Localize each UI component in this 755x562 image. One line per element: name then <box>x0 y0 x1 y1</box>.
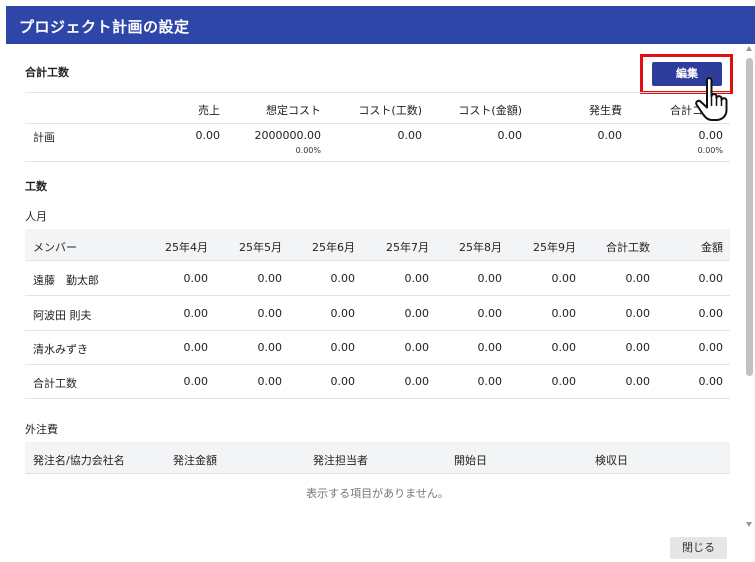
empty-message: 表示する項目がありません。 <box>306 487 449 500</box>
arrow-up-icon[interactable] <box>746 46 752 51</box>
column-header-order-person: 発注担当者 <box>313 454 368 467</box>
effort-total-value: 0.00 <box>625 307 651 320</box>
column-header-cost-effort: コスト(工数) <box>358 104 422 117</box>
effort-value: 0.00 <box>330 307 356 320</box>
column-header-inspection-date: 検収日 <box>595 454 628 467</box>
outsourcing-title: 外注費 <box>25 423 58 436</box>
effort-value: 0.00 <box>183 272 209 285</box>
effort-value: 0.00 <box>551 375 577 388</box>
effort-value: 0.00 <box>477 341 503 354</box>
column-header-month: 25年8月 <box>459 241 502 254</box>
column-header-order-name: 発注名/協力会社名 <box>33 454 125 467</box>
plan-total-cost-value: 0.00 <box>698 129 724 142</box>
column-header-sales: 売上 <box>198 104 220 117</box>
effort-value: 0.00 <box>257 341 283 354</box>
effort-value: 0.00 <box>404 307 430 320</box>
column-header-month: 25年6月 <box>312 241 355 254</box>
plan-total-cost-percent: 0.00% <box>697 146 723 155</box>
effort-value: 0.00 <box>183 341 209 354</box>
plan-expected-cost-value: 2000000.00 <box>254 129 321 142</box>
divider <box>25 398 730 399</box>
column-header-amount: 金額 <box>701 241 723 254</box>
divider <box>25 92 730 93</box>
effort-total-value: 0.00 <box>625 341 651 354</box>
close-button[interactable]: 閉じる <box>670 537 727 559</box>
column-header-month: 25年4月 <box>165 241 208 254</box>
effort-value: 0.00 <box>551 341 577 354</box>
effort-value: 0.00 <box>477 375 503 388</box>
amount-value: 0.00 <box>698 375 724 388</box>
effort-total-value: 0.00 <box>625 272 651 285</box>
effort-value: 0.00 <box>183 375 209 388</box>
effort-total-value: 0.00 <box>625 375 651 388</box>
column-header-expected-cost: 想定コスト <box>266 104 321 117</box>
plan-cost-amount-value: 0.00 <box>497 129 523 142</box>
plan-cost-effort-value: 0.00 <box>397 129 423 142</box>
effort-value: 0.00 <box>404 272 430 285</box>
column-header-month: 25年9月 <box>533 241 576 254</box>
effort-value: 0.00 <box>551 307 577 320</box>
amount-value: 0.00 <box>698 272 724 285</box>
vertical-scrollbar[interactable] <box>744 44 755 530</box>
amount-value: 0.00 <box>698 307 724 320</box>
plan-sales-value: 0.00 <box>195 129 221 142</box>
effort-value: 0.00 <box>404 375 430 388</box>
member-name: 遠藤 勤太郎 <box>33 274 99 287</box>
effort-value: 0.00 <box>257 272 283 285</box>
dialog-titlebar: プロジェクト計画の設定 <box>0 0 755 44</box>
plan-incurred-value: 0.00 <box>597 129 623 142</box>
effort-value: 0.00 <box>477 272 503 285</box>
divider <box>25 123 730 124</box>
column-header-month: 25年5月 <box>239 241 282 254</box>
column-header-month: 25年7月 <box>386 241 429 254</box>
divider <box>25 295 730 296</box>
plan-row-label: 計画 <box>33 131 55 144</box>
divider <box>25 161 730 162</box>
effort-value: 0.00 <box>477 307 503 320</box>
amount-value: 0.00 <box>698 341 724 354</box>
effort-value: 0.00 <box>330 272 356 285</box>
member-name: 清水みずき <box>33 343 88 356</box>
effort-value: 0.00 <box>257 307 283 320</box>
column-header-incurred: 発生費 <box>589 104 622 117</box>
divider <box>25 260 730 261</box>
effort-value: 0.00 <box>551 272 577 285</box>
total-effort-row-label: 合計工数 <box>33 377 77 390</box>
dialog-header: プロジェクト計画の設定 <box>6 6 755 44</box>
scroll-thumb[interactable] <box>746 58 753 376</box>
person-month-title: 人月 <box>25 210 47 223</box>
divider <box>25 364 730 365</box>
divider <box>25 330 730 331</box>
column-header-total-effort: 合計工数 <box>606 241 650 254</box>
effort-title: 工数 <box>25 180 47 193</box>
divider <box>25 473 730 474</box>
effort-value: 0.00 <box>330 341 356 354</box>
arrow-down-icon[interactable] <box>746 522 752 527</box>
dialog-title: プロジェクト計画の設定 <box>19 18 190 36</box>
column-header-member: メンバー <box>33 241 77 254</box>
column-header-order-amount: 発注金額 <box>173 454 217 467</box>
effort-value: 0.00 <box>257 375 283 388</box>
column-header-start-date: 開始日 <box>454 454 487 467</box>
plan-expected-cost-percent: 0.00% <box>295 146 321 155</box>
hand-pointer-icon <box>695 77 728 121</box>
effort-value: 0.00 <box>404 341 430 354</box>
effort-value: 0.00 <box>330 375 356 388</box>
column-header-cost-amount: コスト(金額) <box>458 104 522 117</box>
member-name: 阿波田 則夫 <box>33 309 92 322</box>
effort-value: 0.00 <box>183 307 209 320</box>
total-effort-title: 合計工数 <box>25 66 69 79</box>
